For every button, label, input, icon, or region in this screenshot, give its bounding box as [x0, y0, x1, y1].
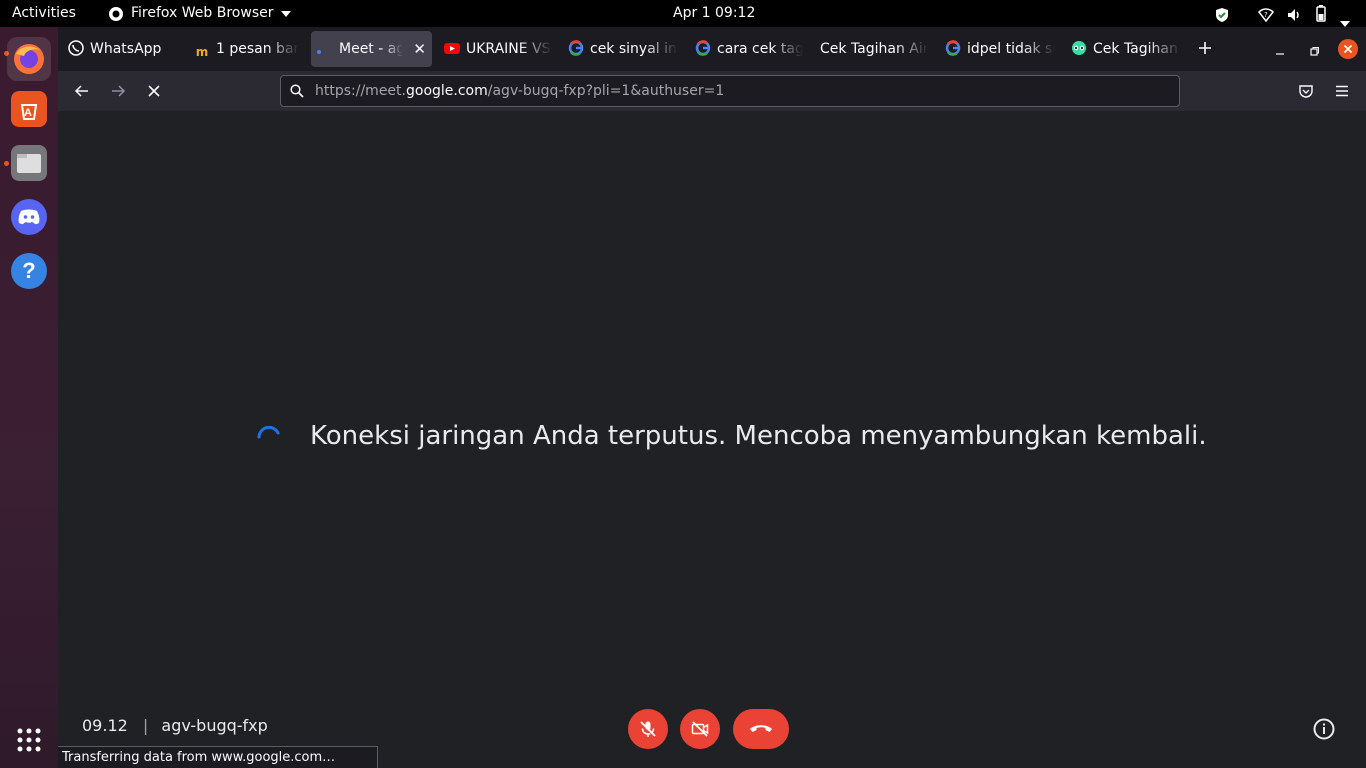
stop-loading-icon	[148, 85, 160, 97]
tab-idpel[interactable]: idpel tidak sesuai	[945, 31, 1055, 67]
minimize-button[interactable]	[1274, 43, 1286, 55]
wifi-icon[interactable]: ?	[1258, 6, 1274, 23]
new-tab-button[interactable]	[1196, 39, 1214, 57]
dock: A ?	[0, 27, 58, 768]
url-bar[interactable]: https://meet.google.com/agv-bugq-fxp?pli…	[280, 75, 1180, 107]
meeting-info: 09.12 | agv-bugq-fxp	[82, 716, 268, 735]
leave-call-button[interactable]	[733, 709, 789, 749]
phone-hangup-icon	[750, 725, 772, 732]
folder-icon	[17, 154, 41, 173]
stop-button[interactable]	[142, 79, 166, 103]
meeting-code[interactable]: agv-bugq-fxp	[161, 716, 267, 735]
back-button[interactable]	[70, 79, 94, 103]
help-launcher[interactable]: ?	[11, 253, 47, 289]
minimize-icon	[1276, 53, 1284, 55]
close-tab-icon[interactable]: ✕	[413, 31, 426, 67]
top-bar: Activities Firefox Web Browser Apr 1 09:…	[0, 0, 1366, 27]
meeting-details-button[interactable]	[1312, 717, 1336, 741]
microphone-off-icon	[639, 721, 656, 738]
running-indicator	[4, 161, 9, 166]
close-icon	[1343, 44, 1353, 54]
camera-toggle-button[interactable]	[680, 709, 720, 749]
microphone-toggle-button[interactable]	[628, 709, 668, 749]
meet-page: Koneksi jaringan Anda terputus. Mencoba …	[58, 111, 1366, 768]
shield-icon[interactable]	[1214, 6, 1230, 22]
tab-title: Meet - agv-bugq-fxp	[339, 41, 403, 57]
tab-ukraine[interactable]: UKRAINE VS	[444, 31, 552, 67]
google-icon	[695, 40, 711, 56]
grid-icon	[17, 728, 41, 752]
files-launcher[interactable]	[11, 145, 47, 181]
tab-cek-sinyal[interactable]: cek sinyal indihome	[568, 31, 678, 67]
tab-cara-cek[interactable]: cara cek tagihan	[695, 31, 803, 67]
url-host: google.com	[406, 83, 488, 99]
meeting-time: 09.12	[82, 716, 128, 735]
url-path: /agv-bugq-fxp?pli=1&authuser=1	[487, 83, 725, 99]
forward-button[interactable]	[106, 79, 130, 103]
youtube-icon	[444, 43, 460, 54]
battery-icon[interactable]	[1316, 5, 1326, 22]
show-applications-button[interactable]	[16, 727, 42, 753]
firefox-icon	[109, 6, 123, 21]
firefox-launcher[interactable]	[7, 37, 51, 81]
tab-title: Cek Tagihan Air	[820, 41, 928, 57]
discord-icon	[18, 209, 40, 225]
whatsapp-icon	[68, 40, 84, 56]
restore-button[interactable]	[1308, 43, 1320, 56]
help-icon: ?	[22, 258, 36, 283]
ubuntu-software-launcher[interactable]: A	[11, 91, 47, 127]
tab-title: idpel tidak sesuai	[967, 41, 1055, 57]
arrow-left-icon	[74, 85, 88, 97]
clock[interactable]: Apr 1 09:12	[673, 0, 755, 27]
camera-off-icon	[691, 721, 709, 737]
tab-meet[interactable]: Meet - agv-bugq-fxp ✕	[311, 31, 432, 67]
tab-cek-tagihan[interactable]: Cek Tagihan	[1071, 31, 1181, 67]
svg-text:A: A	[24, 107, 32, 119]
url-text[interactable]: https://meet.google.com/agv-bugq-fxp?pli…	[315, 76, 724, 106]
tab-title: 1 pesan baru	[216, 41, 299, 57]
menu-button[interactable]	[1330, 79, 1354, 103]
tab-title: cek sinyal indihome	[590, 41, 678, 57]
arrow-right-icon	[112, 85, 126, 97]
loading-spinner-icon	[257, 425, 280, 439]
search-icon	[290, 84, 304, 98]
plus-icon	[1199, 42, 1211, 54]
tab-whatsapp[interactable]: WhatsApp	[68, 31, 180, 67]
google-icon	[568, 40, 584, 56]
restore-icon	[1310, 47, 1319, 56]
pocket-icon	[1299, 85, 1313, 98]
tab-title: Cek Tagihan	[1093, 41, 1178, 57]
tab-bar: WhatsApp m 1 pesan baru Meet - agv-bugq-f…	[58, 27, 1366, 71]
volume-icon[interactable]	[1286, 6, 1302, 22]
app-name: Firefox Web Browser	[131, 5, 274, 21]
url-prefix: https://meet.	[315, 83, 406, 99]
app-menu[interactable]: Firefox Web Browser	[108, 0, 291, 27]
info-separator: |	[142, 716, 149, 735]
pocket-button[interactable]	[1294, 79, 1318, 103]
tab-cek-tagihan-air[interactable]: Cek Tagihan Air	[820, 31, 928, 67]
system-menu-chevron-icon[interactable]	[1340, 10, 1350, 27]
reconnecting-message: Koneksi jaringan Anda terputus. Mencoba …	[310, 421, 1207, 451]
activities-button[interactable]: Activities	[12, 0, 76, 27]
chevron-down-icon	[280, 10, 291, 17]
tab-pesan[interactable]: m 1 pesan baru	[194, 31, 299, 67]
meet-icon	[317, 34, 323, 54]
site-icon: m	[195, 45, 209, 59]
hamburger-menu-icon	[1336, 85, 1348, 97]
firefox-icon	[14, 44, 44, 74]
software-store-icon: A	[20, 104, 38, 120]
close-window-button[interactable]	[1338, 39, 1358, 59]
svg-text:?: ?	[1264, 11, 1268, 19]
tab-title: UKRAINE VS	[466, 41, 551, 57]
discord-launcher[interactable]	[11, 199, 47, 235]
tripadvisor-icon	[1072, 41, 1086, 55]
status-bar: Transferring data from www.google.com…	[58, 746, 378, 768]
tab-title: WhatsApp	[90, 41, 162, 57]
navigation-bar: https://meet.google.com/agv-bugq-fxp?pli…	[58, 71, 1366, 111]
info-icon	[1313, 718, 1335, 740]
tab-title: cara cek tagihan	[717, 41, 803, 57]
google-icon	[945, 40, 961, 56]
